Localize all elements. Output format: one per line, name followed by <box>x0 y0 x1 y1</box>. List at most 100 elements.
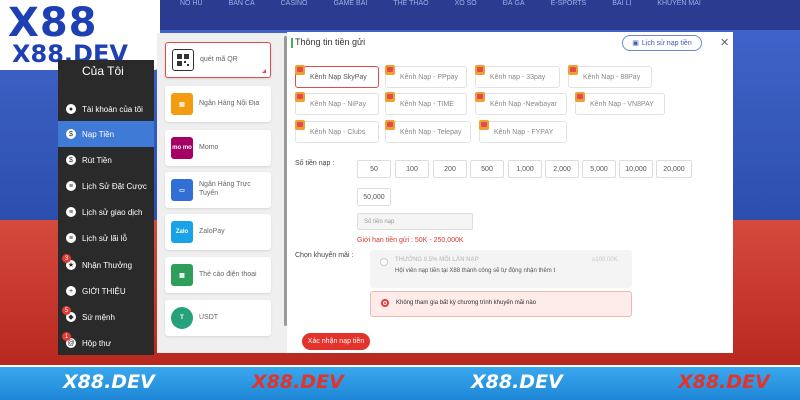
sidebar-item-referral[interactable]: + GIỚI THIỆU <box>58 278 154 304</box>
notification-badge: 1 <box>62 332 71 341</box>
nav-item[interactable]: GAME BÀI <box>333 0 367 10</box>
method-label: Ngân Hàng Nội Địa <box>199 99 260 107</box>
notification-badge: 3 <box>62 254 71 263</box>
channel-flag-icon <box>475 92 485 102</box>
channel-option[interactable]: Kênh Nạp - NiPay <box>295 92 379 115</box>
mission-icon: ◆ 5 <box>62 306 76 322</box>
referral-icon: + <box>66 286 76 296</box>
withdraw-icon: $ <box>66 155 76 165</box>
site-nav: NỔ HŨ BẮN CÁ CASINO GAME BÀI THỂ THAO XỔ… <box>160 0 800 10</box>
promo-radio-selected[interactable] <box>381 299 389 307</box>
nav-item[interactable]: BÀI LỊ <box>612 0 631 10</box>
sidebar-item-profit-loss[interactable]: ≡ Lịch sử lãi lỗ <box>58 225 154 251</box>
sidebar-item-transactions[interactable]: ≡ Lịch sử giao dịch <box>58 199 154 225</box>
method-label: USDT <box>199 313 219 321</box>
promo-label: Chọn khuyến mãi : <box>295 252 354 259</box>
title-accent-bar <box>291 38 293 48</box>
sidebar-item-rewards[interactable]: ★ 3 Nhận Thưởng <box>58 252 154 278</box>
sidebar-item-deposit[interactable]: $ Nạp Tiền <box>58 121 154 147</box>
channel-option[interactable]: Kênh Nạp - FYPAY <box>479 120 567 143</box>
close-icon[interactable]: ✕ <box>720 36 729 49</box>
amount-option[interactable]: 200 <box>433 160 467 178</box>
sidebar-item-mailbox[interactable]: @1 Hộp thư <box>58 330 154 356</box>
channel-option[interactable]: Kênh Nạp SkyPay <box>295 65 379 88</box>
reward-icon: ★ 3 <box>62 254 76 270</box>
channel-label: Kênh nạp - 33pay <box>490 73 546 81</box>
history-icon: ▣ <box>632 40 639 47</box>
nav-item[interactable]: KHUYẾN MÃI <box>657 0 701 10</box>
amount-option[interactable]: 2,000 <box>545 160 579 178</box>
channel-label: Kênh Nạp - FYPAY <box>494 128 554 136</box>
sidebar-item-label: Nạp Tiền <box>82 129 115 139</box>
deposit-history-button[interactable]: ▣ Lịch sử nạp tiền <box>622 35 702 51</box>
channel-label: Kênh Nạp - TIME <box>400 100 454 108</box>
sidebar-item-label: Tài khoản của tôi <box>82 104 143 114</box>
channel-label: Kênh Nạp - PPpay <box>400 73 458 81</box>
amount-option[interactable]: 20,000 <box>656 160 692 178</box>
sidebar-item-account[interactable]: ● Tài khoản của tôi <box>58 96 154 122</box>
sidebar-item-label: Lịch Sử Đặt Cược <box>82 181 147 191</box>
amount-label: Số tiền nạp : <box>295 160 335 167</box>
channel-flag-icon <box>385 65 395 75</box>
nav-item[interactable]: XỔ SỐ <box>455 0 477 10</box>
amount-option[interactable]: 50,000 <box>357 188 391 206</box>
sidebar-item-withdraw[interactable]: $ Rút Tiền <box>58 147 154 173</box>
nav-item[interactable]: THỂ THAO <box>393 0 428 10</box>
amount-option[interactable]: 100 <box>395 160 429 178</box>
amount-option[interactable]: 500 <box>470 160 504 178</box>
method-phone-card[interactable]: ▦ Thẻ cào điện thoại <box>165 257 271 293</box>
sidebar-item-label: Lịch sử lãi lỗ <box>82 233 127 243</box>
sidebar-item-label: Sứ mệnh <box>82 312 115 322</box>
promo-title: THƯỞNG 0.5% MỖI LẦN NẠP <box>395 257 479 263</box>
usdt-icon: T <box>171 307 193 329</box>
mail-icon: @1 <box>62 332 76 348</box>
nav-item[interactable]: BẮN CÁ <box>229 0 255 10</box>
channel-option[interactable]: Kênh Nạp - VN8PAY <box>575 92 665 115</box>
nav-item[interactable]: ĐÁ GÀ <box>503 0 525 10</box>
channel-label: Kênh Nạp - Clubs <box>310 128 366 136</box>
channel-label: Kênh Nạp SkyPay <box>310 73 367 81</box>
method-zalopay[interactable]: Zalo ZaloPay <box>165 214 271 250</box>
channel-option[interactable]: Kênh nạp - 33pay <box>475 65 560 88</box>
promo-radio[interactable] <box>380 258 388 266</box>
channel-flag-icon <box>295 65 305 75</box>
sidebar-item-mission[interactable]: ◆ 5 Sứ mệnh <box>58 304 154 330</box>
footer-brand: X88.DEV <box>252 371 344 393</box>
nav-item[interactable]: NỔ HŨ <box>180 0 203 10</box>
panel-title: Thông tin tiền gửi <box>295 37 366 47</box>
channel-flag-icon <box>385 92 395 102</box>
amount-input[interactable]: Số tiền nạp <box>357 213 473 230</box>
amount-option[interactable]: 50 <box>357 160 391 178</box>
channel-option[interactable]: Kênh Nạp - PPpay <box>385 65 467 88</box>
channel-label: Kênh Nạp - VN8PAY <box>590 100 654 108</box>
nav-item[interactable]: CASINO <box>281 0 308 10</box>
sidebar-item-bet-history[interactable]: ≡ Lịch Sử Đặt Cược <box>58 173 154 199</box>
amount-option[interactable]: 10,000 <box>619 160 653 178</box>
channel-option[interactable]: Kênh Nạp -Newbayar <box>475 92 567 115</box>
method-online-bank[interactable]: ▭ Ngân Hàng Trực Tuyến <box>165 172 271 208</box>
nav-item[interactable]: E-SPORTS <box>551 0 587 10</box>
method-label: quét mã QR <box>200 55 238 63</box>
method-label: Momo <box>199 143 219 151</box>
bank-icon: ▤ <box>171 93 193 115</box>
sidebar-item-label: Rút Tiền <box>82 155 112 165</box>
method-usdt[interactable]: T USDT <box>165 300 271 336</box>
channel-flag-icon <box>385 120 395 130</box>
promo-none-label: Không tham gia bất kỳ chương trình khuyế… <box>396 300 537 306</box>
channel-option[interactable]: Kênh Nạp - Clubs <box>295 120 379 143</box>
amount-option[interactable]: 5,000 <box>582 160 616 178</box>
confirm-deposit-button[interactable]: Xác nhận nạp tiền <box>302 333 370 350</box>
channel-option[interactable]: Kênh Nạp - 88Pay <box>568 65 652 88</box>
channel-flag-icon <box>568 65 578 75</box>
method-qr[interactable]: quét mã QR <box>165 42 271 78</box>
sidebar-item-label: Hộp thư <box>82 338 111 348</box>
method-momo[interactable]: mo mo Momo <box>165 130 271 166</box>
sidebar-item-label: Lịch sử giao dịch <box>82 207 143 217</box>
footer-brand: X88.DEV <box>471 371 563 393</box>
channel-option[interactable]: Kênh Nạp - TIME <box>385 92 467 115</box>
amount-option[interactable]: 1,000 <box>508 160 542 178</box>
user-icon: ● <box>66 104 76 114</box>
momo-icon: mo mo <box>171 137 193 159</box>
method-domestic-bank[interactable]: ▤ Ngân Hàng Nội Địa <box>165 86 271 122</box>
channel-option[interactable]: Kênh Nạp - Telepay <box>385 120 471 143</box>
